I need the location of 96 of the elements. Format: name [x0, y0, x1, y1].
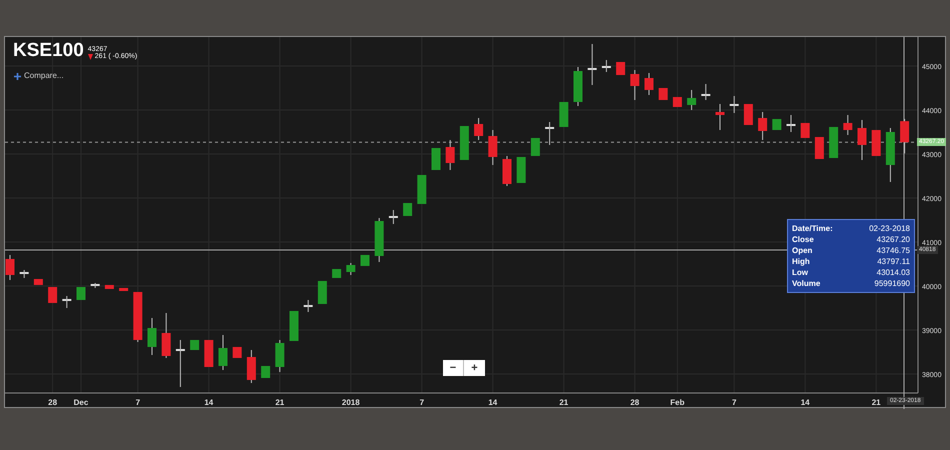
candle: [786, 114, 796, 132]
candle: [304, 299, 313, 312]
tooltip-value: 02-23-2018: [869, 223, 910, 234]
plus-icon: [14, 72, 21, 80]
tooltip-value: 43746.75: [876, 245, 910, 256]
candle: [417, 174, 426, 204]
candle: [530, 137, 540, 156]
candle: [758, 111, 768, 140]
candle: [872, 130, 881, 156]
candle: [858, 119, 866, 160]
date-axis-label: 7: [136, 398, 140, 407]
candle: [588, 44, 597, 86]
date-axis-label: Dec: [74, 398, 88, 407]
date-axis-label: 28: [630, 398, 640, 407]
candle: [218, 334, 228, 370]
candle: [48, 286, 58, 304]
candle: [76, 286, 86, 300]
candle: [388, 210, 398, 224]
candle: [162, 312, 171, 358]
candle: [630, 70, 640, 100]
candle: [687, 89, 696, 110]
candle: [602, 60, 611, 72]
candle: [104, 284, 114, 290]
candle: [261, 365, 270, 378]
candle: [176, 339, 185, 388]
candle: [403, 202, 412, 216]
tooltip-value: 43014.03: [876, 267, 910, 278]
candle: [474, 118, 484, 140]
down-arrow-icon: [88, 54, 93, 60]
candle: [559, 101, 568, 128]
date-axis-label: 21: [872, 398, 881, 407]
candle: [744, 104, 753, 126]
symbol-title: KSE100: [13, 41, 84, 60]
candle: [190, 339, 200, 350]
candle: [446, 140, 455, 170]
candle: [829, 126, 838, 158]
candle: [800, 122, 810, 138]
tooltip-label: Date/Time:: [792, 223, 833, 234]
candle: [90, 282, 100, 288]
date-axis-label: 14: [488, 398, 498, 407]
tooltip-label: Volume: [792, 278, 820, 289]
candle: [346, 262, 356, 276]
candle: [814, 136, 824, 160]
candle: [432, 148, 440, 170]
zoom-in-button[interactable]: +: [464, 360, 485, 376]
tooltip-value: 95991690: [874, 278, 910, 289]
candle: [204, 339, 214, 368]
candle: [843, 114, 852, 136]
compare-link[interactable]: Compare...: [24, 70, 64, 82]
tooltip-label: Close: [792, 234, 814, 245]
candle: [20, 269, 29, 278]
candle: [574, 66, 582, 106]
date-axis-label: 14: [204, 398, 214, 407]
candle: [119, 287, 128, 292]
candle: [62, 295, 72, 308]
candle: [644, 72, 654, 96]
candle: [672, 96, 682, 108]
candle: [716, 104, 724, 131]
candle: [275, 339, 284, 372]
candle: [290, 310, 298, 342]
candle: [502, 155, 512, 186]
tooltip-value: 43797.11: [877, 256, 910, 267]
tooltip-value: 43267.20: [876, 234, 910, 245]
candle: [232, 346, 242, 358]
date-axis-label: Feb: [670, 398, 685, 407]
candle: [730, 96, 739, 114]
date-axis-label: 7: [420, 398, 424, 407]
candle: [246, 350, 256, 384]
date-axis-label: 21: [275, 398, 284, 407]
tooltip-label: Low: [792, 267, 808, 278]
candle: [6, 254, 14, 280]
candle: [658, 88, 668, 100]
date-axis-label: 7: [732, 398, 736, 407]
candle: [34, 278, 43, 286]
candle: [545, 122, 554, 146]
candle: [332, 268, 342, 278]
candle: [133, 291, 142, 342]
candle: [460, 126, 469, 160]
candle: [360, 254, 370, 266]
candle: [701, 84, 710, 100]
candle: [148, 317, 156, 356]
date-axis-label: 21: [559, 398, 568, 407]
zoom-out-button[interactable]: −: [443, 360, 464, 376]
tooltip-label: High: [792, 256, 810, 267]
candle: [374, 218, 384, 263]
date-axis-label: 28: [48, 398, 58, 407]
candle: [886, 128, 895, 182]
candle: [772, 118, 782, 131]
candle: [318, 280, 327, 304]
date-axis-label: 2018: [342, 398, 360, 407]
candle: [900, 118, 910, 154]
tooltip-label: Open: [792, 245, 812, 256]
candle: [488, 130, 498, 166]
date-axis-label: 14: [800, 398, 810, 407]
candle: [616, 62, 626, 76]
candle: [516, 156, 526, 184]
